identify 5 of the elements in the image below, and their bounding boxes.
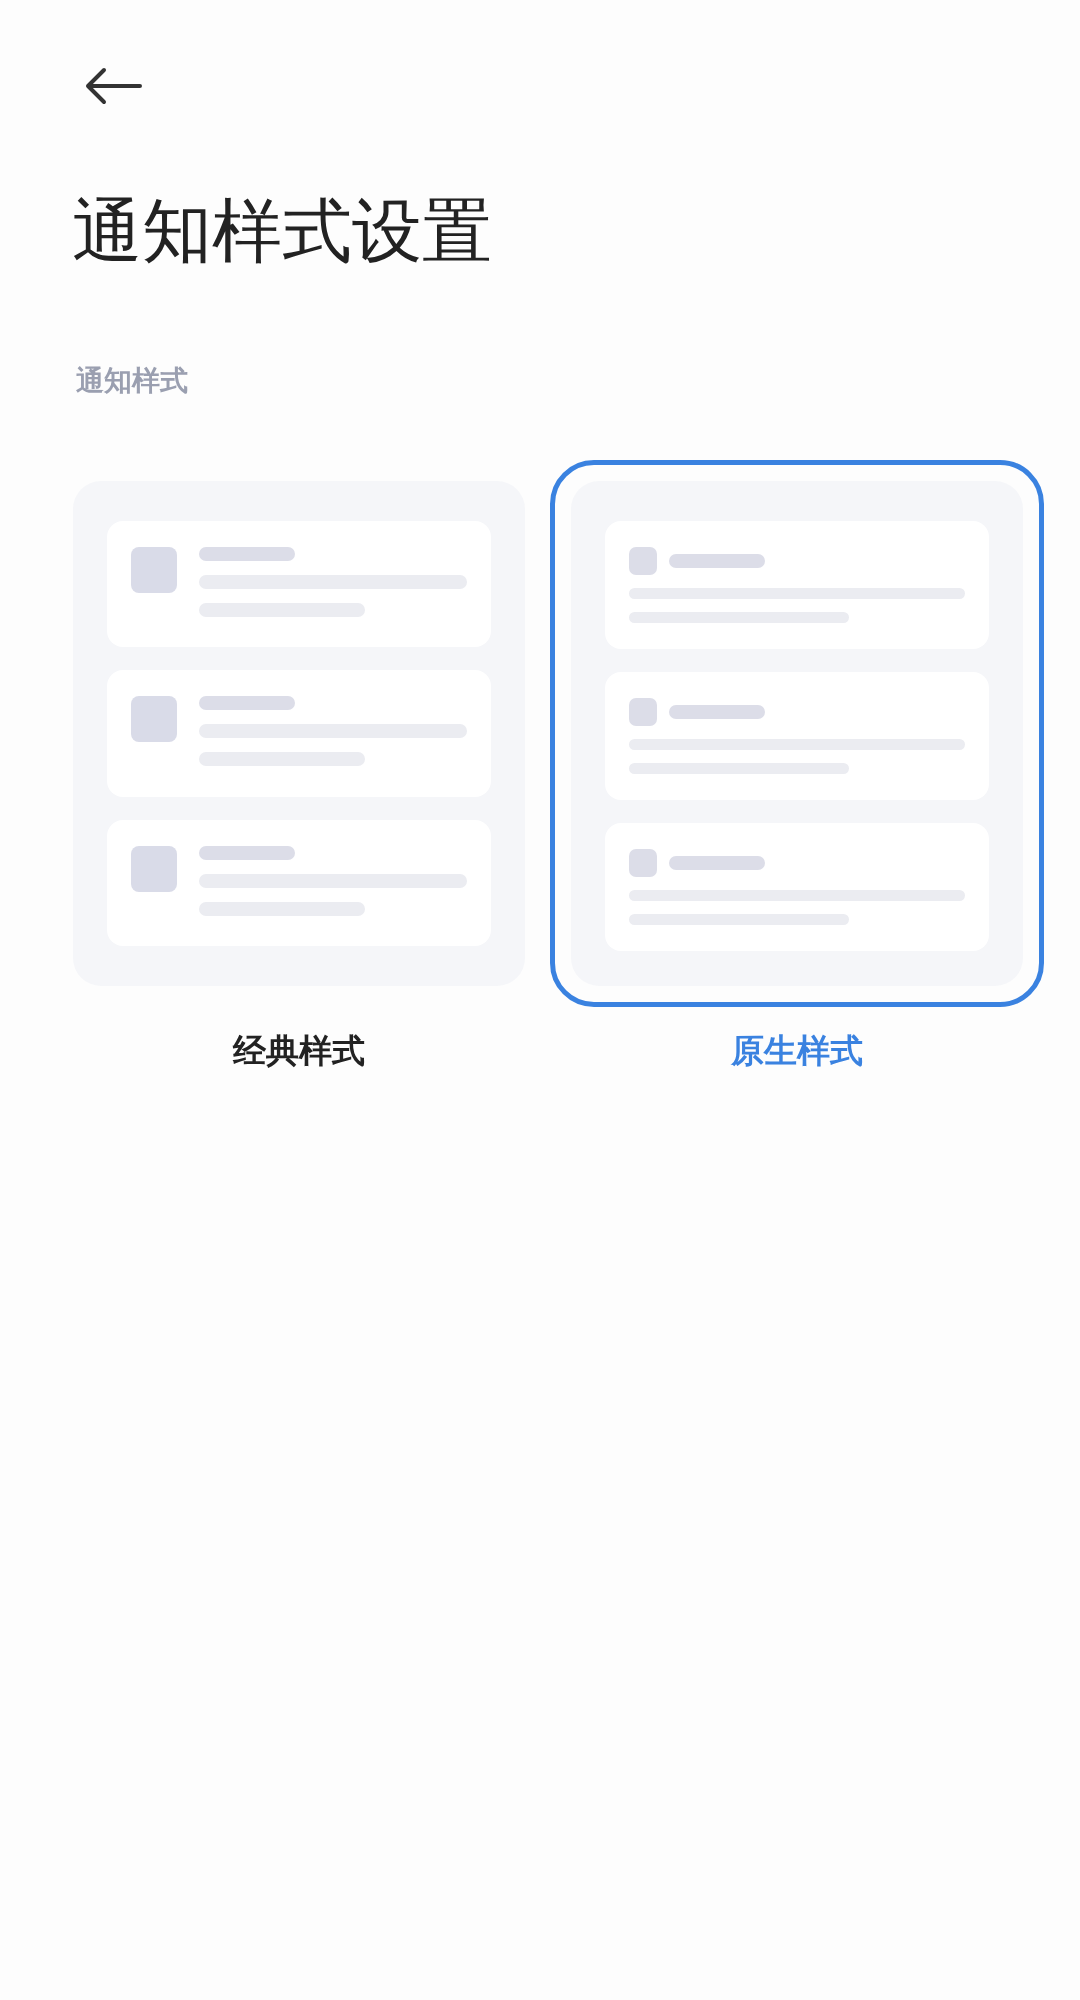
style-option-label: 原生样式 xyxy=(731,1030,863,1072)
style-option-label: 经典样式 xyxy=(233,1030,365,1072)
section-label: 通知样式 xyxy=(76,363,189,399)
page-title: 通知样式设置 xyxy=(72,196,493,266)
style-option-card[interactable] xyxy=(550,460,1044,1007)
